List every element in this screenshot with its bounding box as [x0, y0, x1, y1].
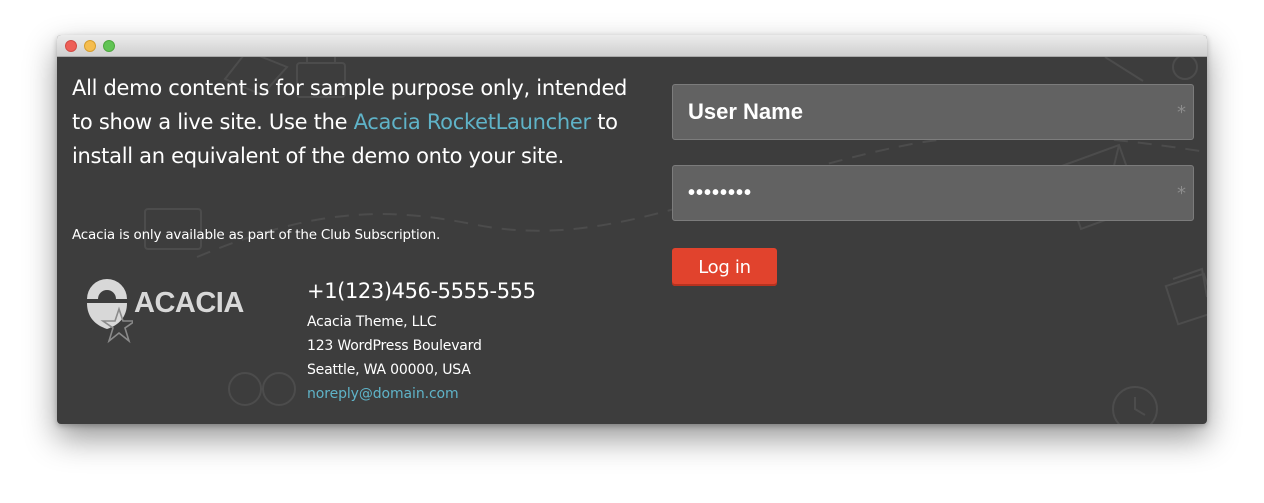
acacia-logo-icon [87, 279, 133, 344]
password-required-mark: * [1177, 183, 1186, 204]
contact-company: Acacia Theme, LLC [307, 314, 437, 330]
acacia-logo-text: ACACIA [134, 287, 244, 319]
username-required-mark: * [1177, 102, 1186, 123]
contact-city: Seattle, WA 00000, USA [307, 362, 471, 378]
rocketlauncher-link[interactable]: Acacia RocketLauncher [354, 110, 592, 134]
contact-street: 123 WordPress Boulevard [307, 338, 482, 354]
contact-phone: +1(123)456-5555-555 [307, 279, 536, 303]
password-field: * [672, 165, 1194, 221]
close-window-button[interactable] [65, 40, 77, 52]
login-button[interactable]: Log in [672, 248, 777, 286]
password-input[interactable] [673, 166, 1193, 220]
minimize-window-button[interactable] [84, 40, 96, 52]
username-field: * [672, 84, 1194, 140]
contact-email-link[interactable]: noreply@domain.com [307, 386, 459, 402]
browser-window: All demo content is for sample purpose o… [57, 35, 1207, 424]
club-subscription-note: Acacia is only available as part of the … [72, 227, 441, 243]
demo-disclaimer: All demo content is for sample purpose o… [72, 71, 642, 173]
login-panel: All demo content is for sample purpose o… [57, 57, 1207, 424]
window-titlebar [57, 35, 1207, 57]
username-input[interactable] [673, 85, 1193, 139]
zoom-window-button[interactable] [103, 40, 115, 52]
